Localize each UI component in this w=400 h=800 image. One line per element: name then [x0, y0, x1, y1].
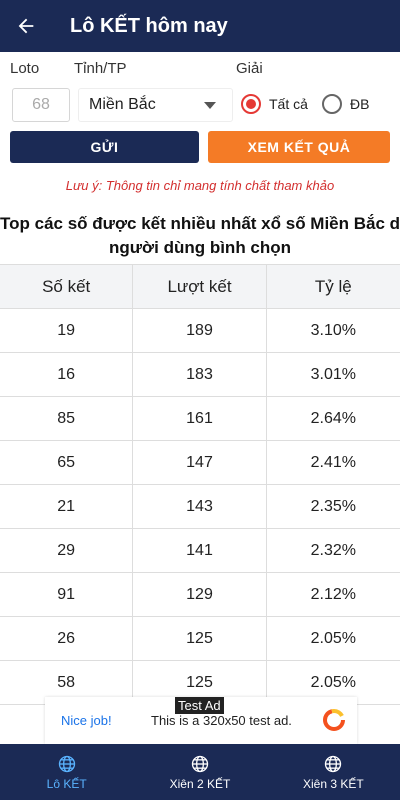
nav-item-xien-2[interactable]: Xiên 2 KẾT	[133, 744, 266, 800]
ad-text: This is a 320x50 test ad.	[151, 713, 292, 728]
table-row: 91 129 2.12%	[0, 573, 400, 617]
globe-icon	[58, 755, 75, 772]
radio-db-label: ĐB	[350, 96, 370, 112]
cell-number: 91	[0, 573, 134, 616]
radio-db[interactable]: ĐB	[322, 94, 369, 114]
table-row: 19 189 3.10%	[0, 309, 400, 353]
cell-rate: 3.10%	[310, 321, 356, 339]
nav-label: Lô KẾT	[46, 776, 87, 791]
section-heading: Top các số được kết nhiều nhất xổ số Miề…	[0, 212, 400, 260]
nav-item-lo-ket[interactable]: Lô KẾT	[0, 744, 133, 800]
page-title: Lô KẾT hôm nay	[70, 14, 228, 37]
cell-number: 16	[0, 353, 134, 396]
loto-input[interactable]: 68	[12, 88, 70, 122]
results-table: Số kết Lượt kết Tỷ lệ 19 189 3.10% 16 18…	[0, 264, 400, 705]
cell-count: 143	[133, 485, 267, 528]
cell-number: 85	[0, 397, 134, 440]
radio-selected-icon	[241, 94, 261, 114]
nav-label: Xiên 3 KẾT	[302, 776, 364, 791]
radio-all-label: Tất cả	[269, 96, 308, 112]
header-number: Số kết	[0, 265, 134, 308]
province-label: Tỉnh/TP	[74, 60, 127, 77]
cell-count: 189	[133, 309, 267, 352]
table-row: 65 147 2.41%	[0, 441, 400, 485]
province-value: Miền Bắc	[89, 96, 156, 113]
arrow-left-icon	[18, 18, 34, 34]
table-row: 21 143 2.35%	[0, 485, 400, 529]
cell-count: 147	[133, 441, 267, 484]
nav-item-xien-3[interactable]: Xiên 3 KẾT	[267, 744, 400, 800]
cell-number: 26	[0, 617, 134, 660]
cell-number: 29	[0, 529, 134, 572]
table-row: 16 183 3.01%	[0, 353, 400, 397]
ad-nice-text: Nice job!	[61, 713, 112, 728]
send-button[interactable]: GỬI	[10, 131, 199, 163]
view-results-button[interactable]: XEM KẾT QUẢ	[208, 131, 390, 163]
cell-count: 125	[133, 617, 267, 660]
cell-rate: 2.41%	[310, 453, 356, 471]
globe-icon	[325, 755, 342, 772]
cell-number: 21	[0, 485, 134, 528]
cell-number: 65	[0, 441, 134, 484]
cell-count: 129	[133, 573, 267, 616]
cell-rate: 2.32%	[310, 541, 356, 559]
cell-count: 141	[133, 529, 267, 572]
radio-all[interactable]: Tất cả	[241, 94, 308, 114]
globe-icon	[191, 755, 209, 772]
nav-label: Xiên 2 KẾT	[169, 776, 231, 791]
table-row: 29 141 2.32%	[0, 529, 400, 573]
heading-line-1: Top các số được kết nhiều nhất xổ số Miề…	[0, 214, 400, 233]
table-header: Số kết Lượt kết Tỷ lệ	[0, 265, 400, 309]
cell-rate: 3.01%	[310, 365, 356, 383]
ad-tag: Test Ad	[175, 697, 224, 714]
prize-label: Giải	[236, 60, 263, 77]
cell-rate: 2.64%	[310, 409, 356, 427]
loto-label: Loto	[10, 60, 40, 77]
header-rate: Tỷ lệ	[314, 276, 352, 296]
header-count: Lượt kết	[133, 265, 267, 308]
radio-unselected-icon	[322, 94, 342, 114]
cell-count: 161	[133, 397, 267, 440]
heading-line-2: người dùng bình chọn	[108, 238, 292, 257]
table-row: 85 161 2.64%	[0, 397, 400, 441]
province-select[interactable]: Miền Bắc	[78, 88, 233, 122]
cell-rate: 2.35%	[310, 497, 356, 515]
chevron-down-icon	[204, 102, 216, 109]
app-bar: Lô KẾT hôm nay	[0, 0, 400, 52]
disclaimer-note: Lưu ý: Thông tin chỉ mang tính chất tham…	[65, 178, 335, 193]
back-button[interactable]	[0, 0, 52, 52]
cell-rate: 2.05%	[310, 629, 356, 647]
table-row: 26 125 2.05%	[0, 617, 400, 661]
cell-number: 19	[0, 309, 134, 352]
cell-rate: 2.12%	[310, 585, 356, 603]
cell-count: 183	[133, 353, 267, 396]
bottom-nav: Lô KẾT Xiên 2 KẾT Xiên 3 KẾT	[0, 744, 400, 800]
ad-logo-icon	[323, 709, 345, 731]
